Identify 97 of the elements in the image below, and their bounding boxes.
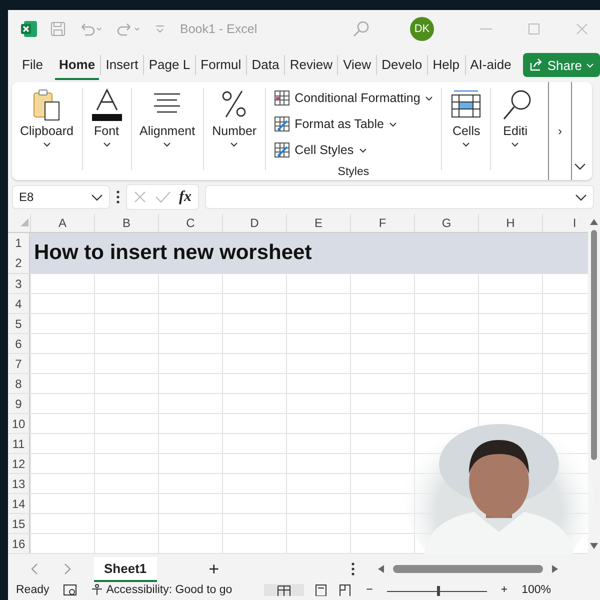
table-style-icon [274, 90, 290, 106]
caret-icon [425, 94, 434, 102]
cancel-icon[interactable] [133, 190, 147, 204]
zoom-out-button[interactable]: − [366, 584, 373, 596]
ribbon-tab[interactable]: AI-aide [466, 50, 516, 80]
sheet-tab[interactable]: Sheet1 [94, 556, 157, 582]
more-icon[interactable] [116, 190, 120, 204]
ribbon-tab[interactable]: Data [248, 50, 284, 80]
caret-icon [586, 61, 594, 69]
row-header[interactable]: 2 [8, 253, 30, 273]
scroll-right-icon[interactable] [551, 564, 560, 574]
accessibility-status[interactable]: Accessibility: Good to go [91, 584, 232, 596]
caret-icon [42, 140, 51, 148]
add-sheet-button[interactable]: + [208, 558, 220, 580]
scroll-up-icon[interactable] [589, 218, 599, 226]
column-header[interactable]: G [414, 214, 478, 232]
column-header[interactable]: E [286, 214, 350, 232]
table-style-icon [274, 142, 290, 158]
next-sheet-icon[interactable] [62, 563, 72, 575]
page-layout-icon[interactable] [314, 584, 328, 596]
ribbon-tab[interactable]: File [18, 50, 47, 80]
row-header[interactable]: 9 [8, 394, 30, 413]
scrollbar-thumb[interactable] [591, 230, 597, 460]
row-header[interactable]: 15 [8, 514, 30, 533]
styles-menu-item[interactable]: Conditional Formatting [274, 87, 434, 109]
name-box[interactable]: E8 [12, 185, 110, 209]
status-text: Ready [16, 584, 50, 596]
macro-record-icon[interactable] [63, 584, 78, 596]
insert-function-button[interactable]: fx [179, 188, 192, 206]
ribbon-tab[interactable]: Page L [144, 50, 194, 80]
check-icon[interactable] [155, 190, 171, 204]
row-header[interactable]: 7 [8, 354, 30, 373]
row-header[interactable]: 5 [8, 314, 30, 333]
ribbon-group-button[interactable]: Font [82, 82, 131, 180]
caret-icon [511, 140, 520, 148]
ribbon-tab[interactable]: Develo [378, 50, 426, 80]
maximize-icon[interactable] [527, 22, 541, 36]
window-title: Book1 - Excel [180, 22, 258, 36]
close-icon[interactable] [575, 22, 589, 36]
row-header[interactable]: 11 [8, 434, 30, 453]
table-style-icon [274, 116, 290, 132]
normal-view-icon[interactable] [264, 584, 304, 596]
share-icon [529, 58, 544, 72]
ribbon-tab[interactable]: View [339, 50, 376, 80]
caret-icon [102, 140, 111, 148]
save-icon[interactable] [50, 21, 66, 37]
row-header[interactable]: 14 [8, 494, 30, 513]
merged-title-cell: How to insert new worsheet [30, 233, 588, 273]
row-header[interactable]: 16 [8, 534, 30, 553]
ribbon-tab[interactable]: Review [286, 50, 336, 80]
row-header[interactable]: 12 [8, 454, 30, 473]
row-header[interactable]: 6 [8, 334, 30, 353]
redo-icon[interactable] [116, 21, 142, 37]
ribbon-scroll-button[interactable]: › [548, 82, 572, 180]
page-break-icon[interactable] [338, 584, 352, 596]
row-header[interactable]: 10 [8, 414, 30, 433]
ribbon-tab[interactable]: Insert [102, 50, 142, 80]
caret-icon [388, 120, 397, 128]
user-avatar[interactable]: DK [410, 17, 434, 41]
ribbon-tab[interactable]: Help [428, 50, 464, 80]
scrollbar-thumb[interactable] [393, 565, 544, 573]
caret-icon [230, 140, 238, 148]
row-header[interactable]: 4 [8, 294, 30, 313]
more-icon[interactable] [351, 562, 356, 576]
zoom-in-button[interactable]: + [500, 584, 508, 596]
zoom-level: 100% [522, 584, 552, 596]
ribbon-group-button[interactable]: Clipboard [12, 82, 82, 180]
caret-icon [358, 146, 367, 154]
column-header[interactable]: F [350, 214, 414, 232]
search-icon[interactable] [352, 20, 370, 38]
column-header[interactable]: D [222, 214, 286, 232]
column-header[interactable]: A [30, 214, 94, 232]
group-label: Styles [338, 166, 370, 178]
scroll-down-icon[interactable] [589, 542, 599, 550]
row-header[interactable]: 13 [8, 474, 30, 493]
column-header[interactable]: B [94, 214, 158, 232]
caret-icon [163, 140, 172, 148]
row-header[interactable]: 3 [8, 274, 30, 293]
font-color-icon [90, 88, 123, 122]
caret-icon [462, 140, 470, 148]
styles-menu-item[interactable]: Format as Table [274, 113, 434, 135]
customize-icon[interactable] [154, 23, 166, 35]
row-header[interactable]: 1 [8, 233, 30, 253]
scroll-left-icon[interactable] [377, 564, 386, 574]
column-header[interactable]: H [478, 214, 542, 232]
previous-sheet-icon[interactable] [30, 563, 40, 575]
ribbon-group-button[interactable]: Cells [442, 82, 490, 180]
person-icon [91, 584, 104, 596]
app-logo-icon [20, 20, 38, 38]
ribbon-group-button[interactable]: Editi [491, 82, 540, 180]
ribbon-group-button[interactable]: Alignment [132, 82, 204, 180]
share-button[interactable]: Share [523, 53, 600, 77]
ribbon-group-button[interactable]: Number [204, 82, 265, 180]
column-header[interactable]: C [158, 214, 222, 232]
ribbon-tab[interactable]: Formul [196, 50, 246, 80]
styles-menu-item[interactable]: Cell Styles [274, 139, 434, 161]
row-header[interactable]: 8 [8, 374, 30, 393]
